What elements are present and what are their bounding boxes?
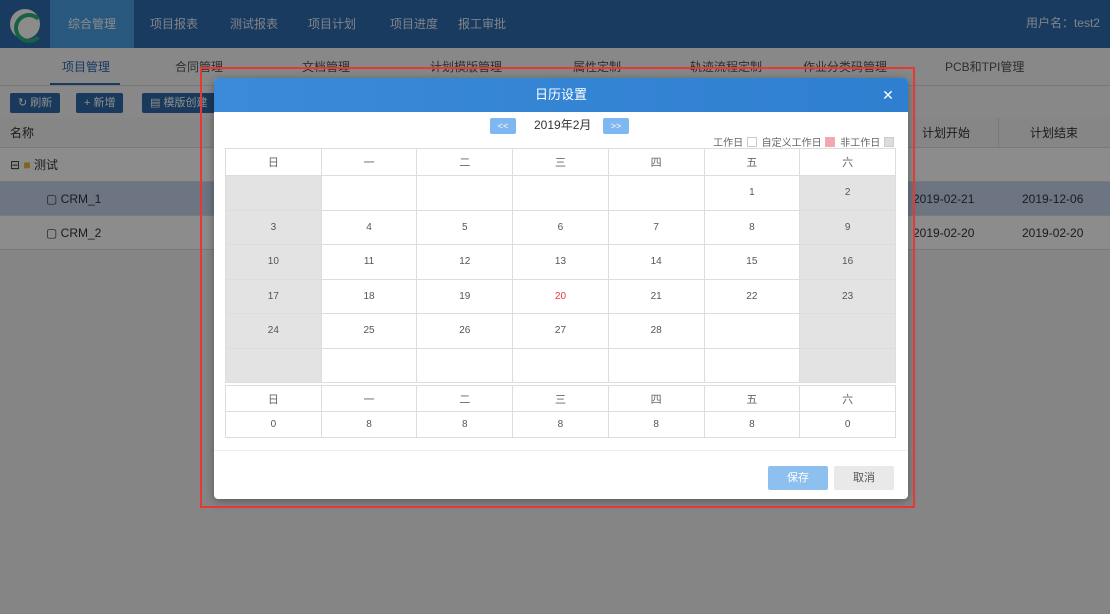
highlight-frame [200,67,915,508]
